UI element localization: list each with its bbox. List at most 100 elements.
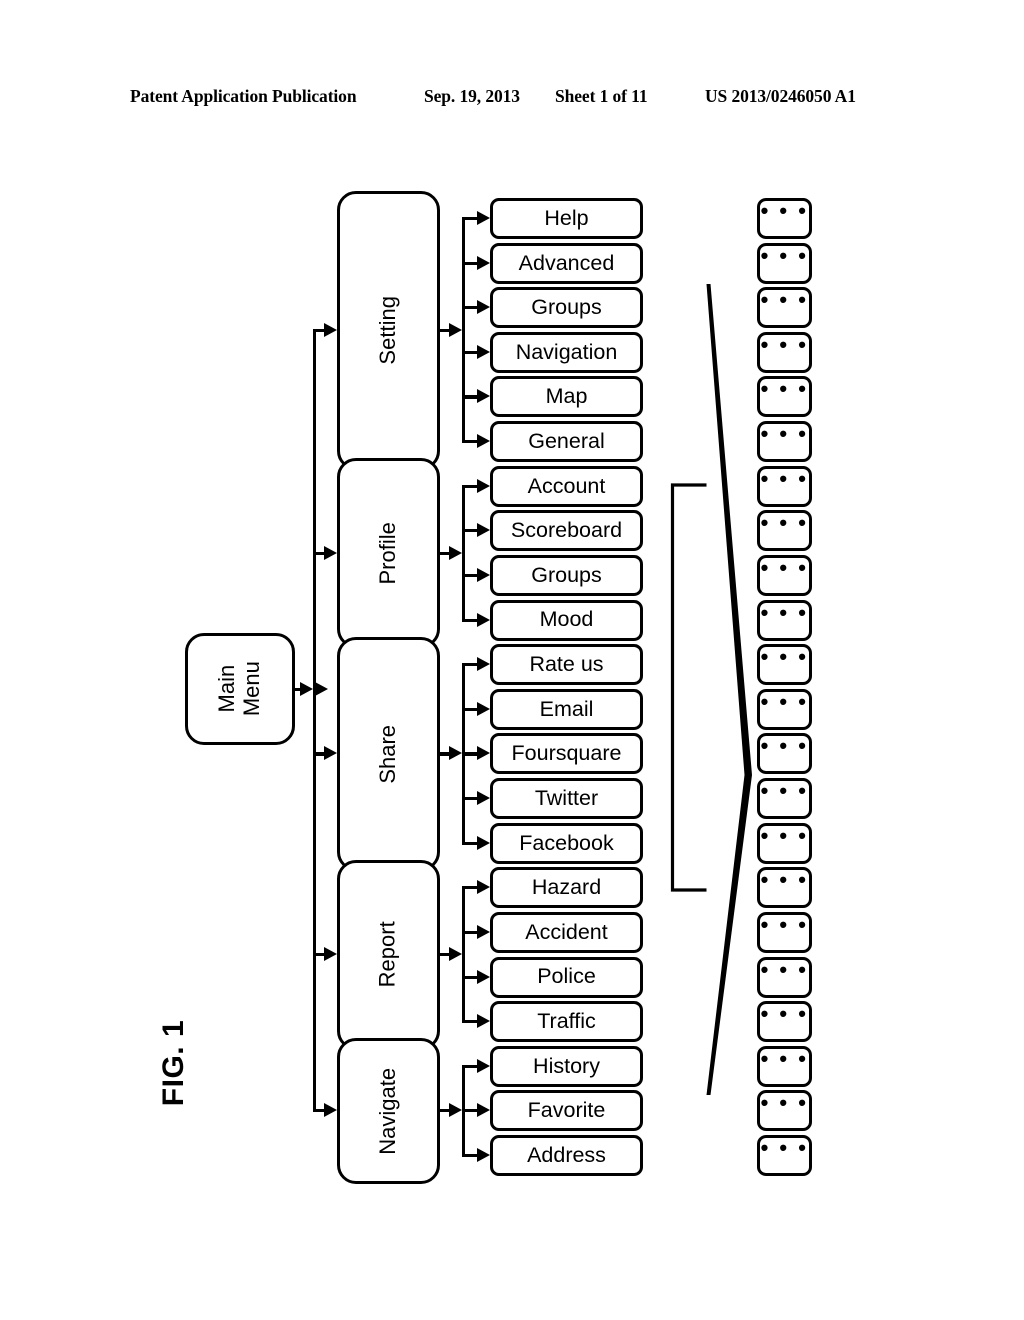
- leaf-node[interactable]: Foursquare: [490, 733, 643, 775]
- detail-ellipsis: • • •: [760, 376, 809, 402]
- detail-node[interactable]: • • •: [757, 510, 812, 552]
- node-label: Profile: [375, 521, 401, 585]
- branch-arrowhead-icon: [476, 612, 490, 627]
- group-trunk-line: [462, 1064, 466, 1157]
- leaf-node[interactable]: Twitter: [490, 778, 643, 820]
- leaf-node[interactable]: Rate us: [490, 644, 643, 686]
- branch-arrowhead-icon: [476, 924, 490, 939]
- branch-arrowhead-icon: [476, 1148, 490, 1163]
- leaf-node[interactable]: Hazard: [490, 867, 643, 909]
- node-navigate[interactable]: Navigate: [337, 1038, 440, 1184]
- detail-ellipsis: • • •: [760, 198, 809, 223]
- leaf-label: Navigation: [515, 339, 618, 364]
- detail-ellipsis: • • •: [760, 688, 809, 714]
- leaf-node[interactable]: Scoreboard: [490, 510, 643, 552]
- category-out-arrowhead-icon: [448, 545, 462, 560]
- detail-node[interactable]: • • •: [757, 331, 812, 373]
- main-trunk-line: [313, 328, 317, 1113]
- leaf-node[interactable]: Address: [490, 1135, 643, 1177]
- node-share[interactable]: Share: [337, 636, 440, 872]
- main-branch-arrowhead-icon: [323, 746, 337, 761]
- detail-ellipsis: • • •: [760, 822, 809, 848]
- leaf-label: Police: [537, 964, 596, 989]
- detail-node[interactable]: • • •: [757, 733, 812, 775]
- main-branch-arrowhead-icon: [323, 1103, 337, 1118]
- leaf-label: General: [528, 428, 605, 453]
- branch-arrowhead-icon: [476, 791, 490, 806]
- detail-ellipsis: • • •: [760, 1090, 809, 1116]
- detail-node[interactable]: • • •: [757, 867, 812, 909]
- branch-arrowhead-icon: [476, 969, 490, 984]
- leaf-node[interactable]: Help: [490, 198, 643, 239]
- leaf-label: Hazard: [531, 875, 602, 900]
- leaf-label: Help: [544, 205, 589, 230]
- category-out-arrowhead-icon: [448, 1103, 462, 1118]
- node-label: Report: [375, 921, 401, 988]
- node-main-menu[interactable]: Main Menu: [185, 633, 295, 745]
- detail-node[interactable]: • • •: [757, 376, 812, 418]
- detail-node[interactable]: • • •: [757, 778, 812, 820]
- detail-ellipsis: • • •: [760, 1045, 809, 1071]
- detail-node[interactable]: • • •: [757, 1001, 812, 1043]
- detail-ellipsis: • • •: [760, 733, 809, 759]
- detail-ellipsis: • • •: [760, 554, 809, 580]
- node-profile[interactable]: Profile: [337, 458, 440, 649]
- leaf-node[interactable]: Email: [490, 688, 643, 730]
- branch-arrowhead-icon: [476, 657, 490, 672]
- leaf-node[interactable]: Facebook: [490, 822, 643, 864]
- detail-node[interactable]: • • •: [757, 1135, 812, 1177]
- detail-ellipsis: • • •: [760, 599, 809, 625]
- leaf-node[interactable]: Map: [490, 376, 643, 418]
- branch-arrowhead-icon: [476, 1014, 490, 1029]
- detail-ellipsis: • • •: [760, 778, 809, 804]
- detail-node[interactable]: • • •: [757, 599, 812, 641]
- leaf-label: Groups: [531, 562, 602, 587]
- detail-ellipsis: • • •: [760, 867, 809, 893]
- leaf-node[interactable]: Groups: [490, 287, 643, 329]
- leaf-label: History: [533, 1053, 600, 1078]
- node-setting[interactable]: Setting: [337, 190, 440, 470]
- detail-ellipsis: • • •: [760, 956, 809, 982]
- detail-ellipsis: • • •: [760, 465, 809, 491]
- detail-ellipsis: • • •: [760, 911, 809, 937]
- detail-node[interactable]: • • •: [757, 644, 812, 686]
- leaf-label: Traffic: [537, 1009, 596, 1034]
- category-out-arrowhead-icon: [448, 322, 462, 337]
- detail-node[interactable]: • • •: [757, 242, 812, 284]
- node-label: Main Menu: [214, 661, 264, 717]
- leaf-node[interactable]: Traffic: [490, 1001, 643, 1043]
- leaf-node[interactable]: Mood: [490, 599, 643, 641]
- leaf-node[interactable]: Accident: [490, 911, 643, 953]
- detail-ellipsis: • • •: [760, 510, 809, 536]
- detail-node[interactable]: • • •: [757, 822, 812, 864]
- leaf-node[interactable]: Police: [490, 956, 643, 998]
- detail-node[interactable]: • • •: [757, 956, 812, 998]
- expansion-brace-icon: [670, 284, 752, 1095]
- leaf-label: Groups: [531, 295, 602, 320]
- detail-ellipsis: • • •: [760, 421, 809, 447]
- leaf-node[interactable]: History: [490, 1045, 643, 1087]
- leaf-node[interactable]: Navigation: [490, 331, 643, 373]
- detail-node[interactable]: • • •: [757, 1090, 812, 1132]
- detail-node[interactable]: • • •: [757, 198, 812, 239]
- leaf-node[interactable]: Groups: [490, 554, 643, 596]
- branch-arrowhead-icon: [476, 835, 490, 850]
- branch-arrowhead-icon: [476, 1058, 490, 1073]
- leaf-node[interactable]: Favorite: [490, 1090, 643, 1132]
- root-out-arrowhead-icon: [299, 681, 313, 696]
- detail-node[interactable]: • • •: [757, 421, 812, 463]
- detail-node[interactable]: • • •: [757, 911, 812, 953]
- branch-arrowhead-icon: [476, 523, 490, 538]
- leaf-node[interactable]: Account: [490, 465, 643, 507]
- detail-node[interactable]: • • •: [757, 554, 812, 596]
- leaf-label: Map: [545, 384, 588, 409]
- node-report[interactable]: Report: [337, 859, 440, 1050]
- detail-node[interactable]: • • •: [757, 465, 812, 507]
- leaf-node[interactable]: Advanced: [490, 242, 643, 284]
- detail-node[interactable]: • • •: [757, 688, 812, 730]
- detail-ellipsis: • • •: [760, 1001, 809, 1027]
- leaf-node[interactable]: General: [490, 421, 643, 463]
- detail-node[interactable]: • • •: [757, 287, 812, 329]
- detail-node[interactable]: • • •: [757, 1045, 812, 1087]
- branch-arrowhead-icon: [476, 300, 490, 315]
